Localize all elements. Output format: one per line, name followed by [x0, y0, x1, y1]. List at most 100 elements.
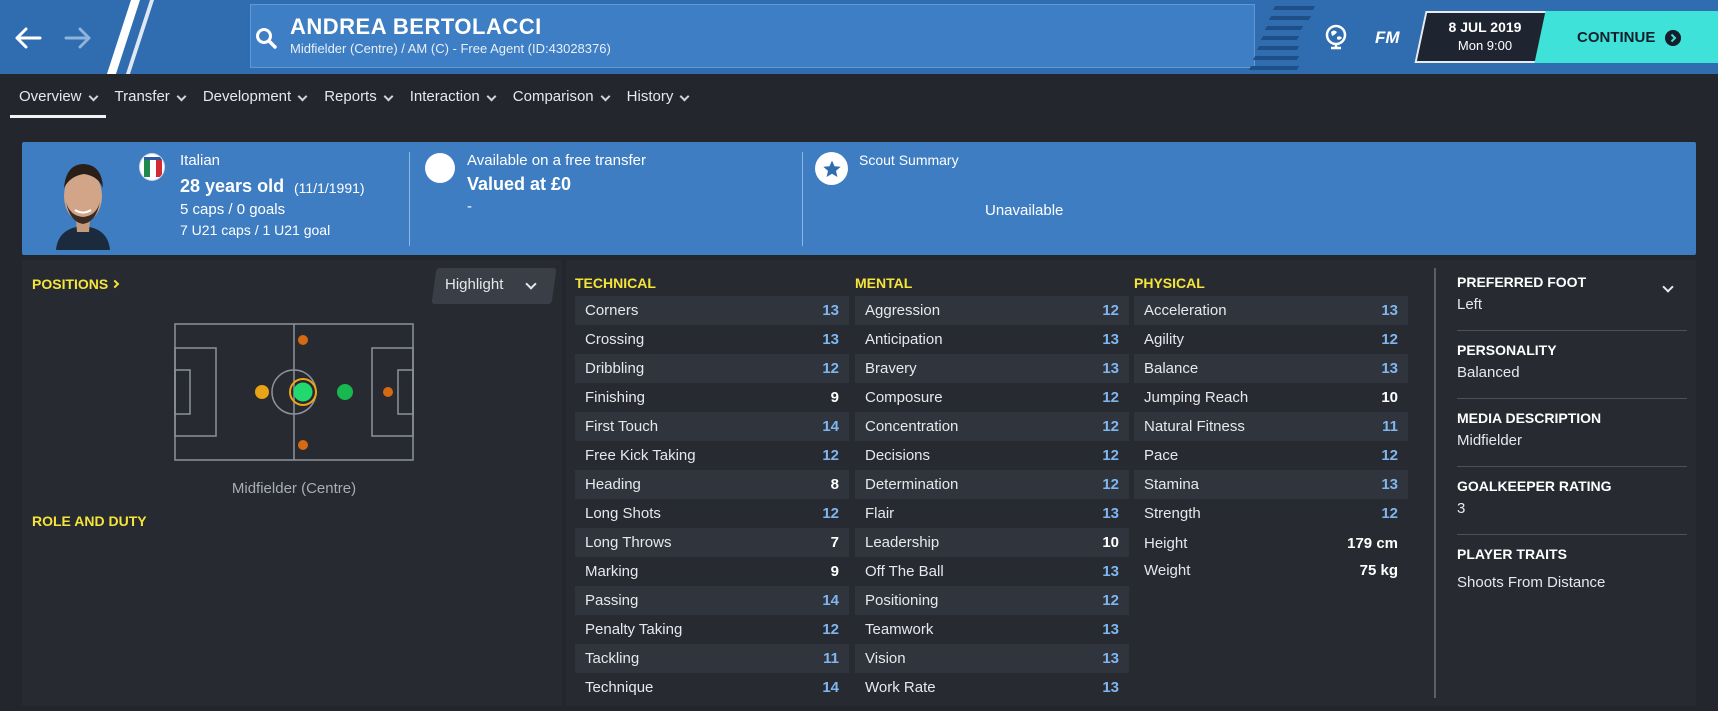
position-pitch-diagram [174, 323, 414, 461]
attribute-row[interactable]: Pace 12 [1134, 441, 1408, 470]
attribute-row[interactable]: Crossing 13 [575, 325, 849, 354]
position-dot-mr [298, 440, 308, 450]
chevron-down-icon [297, 91, 308, 102]
chevron-down-icon [176, 91, 187, 102]
attribute-row[interactable]: Penalty Taking 12 [575, 615, 849, 644]
tab-history[interactable]: History [618, 84, 698, 118]
attribute-row[interactable]: Tackling 11 [575, 644, 849, 673]
player-age: 28 years old [180, 176, 285, 196]
attribute-row[interactable]: Jumping Reach 10 [1134, 383, 1408, 412]
attribute-row[interactable]: Vision 13 [855, 644, 1129, 673]
tab-development[interactable]: Development [194, 84, 315, 118]
position-dot-dm [255, 385, 269, 399]
attribute-row[interactable]: Technique 14 [575, 673, 849, 702]
attribute-row[interactable]: Off The Ball 13 [855, 557, 1129, 586]
attribute-row[interactable]: Teamwork 13 [855, 615, 1129, 644]
attribute-row[interactable]: Leadership 10 [855, 528, 1129, 557]
current-date: 8 JUL 2019 [1448, 19, 1522, 35]
attribute-row[interactable]: Passing 14 [575, 586, 849, 615]
attribute-row[interactable]: Decisions 12 [855, 441, 1129, 470]
attribute-row[interactable]: Acceleration 13 [1134, 296, 1408, 325]
attribute-row[interactable]: Long Shots 12 [575, 499, 849, 528]
attribute-row[interactable]: Determination 12 [855, 470, 1129, 499]
player-photo [56, 164, 110, 250]
tab-label: Reports [324, 88, 377, 105]
tab-overview[interactable]: Overview [10, 84, 106, 118]
continue-arrow-icon[interactable] [1665, 30, 1681, 46]
tab-label: Development [202, 88, 292, 105]
tab-label: Comparison [512, 88, 594, 105]
info-personality: PERSONALITY Balanced [1457, 342, 1557, 381]
back-button[interactable] [10, 20, 46, 56]
attribute-row[interactable]: Stamina 13 [1134, 470, 1408, 499]
attribute-row[interactable]: Concentration 12 [855, 412, 1129, 441]
scout-summary-value: Unavailable [985, 202, 1064, 219]
player-subtitle: Midfielder (Centre) / AM (C) - Free Agen… [290, 41, 611, 56]
tab-reports[interactable]: Reports [315, 84, 401, 118]
tab-transfer[interactable]: Transfer [106, 84, 194, 118]
fm-logo[interactable]: FM [1375, 28, 1400, 48]
attribute-row[interactable]: Strength 12 [1134, 499, 1408, 528]
attribute-row[interactable]: Positioning 12 [855, 586, 1129, 615]
chevron-down-icon [486, 91, 497, 102]
attribute-row[interactable]: Work Rate 13 [855, 673, 1129, 702]
attribute-row[interactable]: Balance 13 [1134, 354, 1408, 383]
positions-title[interactable]: POSITIONS [32, 276, 120, 292]
continue-label[interactable]: CONTINUE [1577, 29, 1655, 46]
attribute-row[interactable]: Bravery 13 [855, 354, 1129, 383]
club-badge-placeholder [425, 153, 455, 183]
scout-summary-title: Scout Summary [859, 152, 959, 168]
forward-arrow-icon [64, 27, 91, 49]
forward-button[interactable] [60, 20, 96, 56]
attribute-row[interactable]: Free Kick Taking 12 [575, 441, 849, 470]
attribute-row[interactable]: Finishing 9 [575, 383, 849, 412]
tab-label: Transfer [114, 88, 170, 105]
info-divider [1434, 268, 1436, 698]
chevron-right-icon [110, 279, 120, 289]
highlight-dropdown-label[interactable]: Highlight [445, 276, 503, 293]
technical-attributes: Corners 13 Crossing 13 Dribbling 12 Finishi… [575, 296, 849, 702]
banner-divider [802, 152, 803, 246]
tab-label: History [626, 88, 674, 105]
physical-attributes: Acceleration 13 Agility 12 Balance 13 Jumpi… [1134, 296, 1408, 528]
back-arrow-icon [15, 27, 42, 49]
chevron-down-icon [383, 91, 394, 102]
info-player-traits: PLAYER TRAITS Shoots From Distance [1457, 546, 1606, 591]
nationality: Italian [180, 152, 221, 169]
attribute-row[interactable]: Anticipation 13 [855, 325, 1129, 354]
height-row: Height 179 cm [1144, 535, 1398, 552]
attribute-row[interactable]: Dribbling 12 [575, 354, 849, 383]
info-media-description: MEDIA DESCRIPTION Midfielder [1457, 410, 1602, 449]
info-separator [1457, 466, 1687, 467]
attribute-row[interactable]: First Touch 14 [575, 412, 849, 441]
position-label: Midfielder (Centre) [231, 480, 357, 497]
role-and-duty-title: ROLE AND DUTY [32, 513, 147, 529]
tab-label: Interaction [409, 88, 480, 105]
attribute-row[interactable]: Flair 13 [855, 499, 1129, 528]
attribute-row[interactable]: Aggression 12 [855, 296, 1129, 325]
attribute-row[interactable]: Long Throws 7 [575, 528, 849, 557]
position-dot-mc [293, 382, 313, 402]
technical-title: TECHNICAL [575, 275, 656, 291]
info-separator [1457, 534, 1687, 535]
attribute-row[interactable]: Composure 12 [855, 383, 1129, 412]
attribute-row[interactable]: Heading 8 [575, 470, 849, 499]
weight-row: Weight 75 kg [1144, 562, 1398, 579]
transfer-status: Available on a free transfer [467, 152, 646, 169]
attribute-row[interactable]: Natural Fitness 11 [1134, 412, 1408, 441]
chevron-down-icon [679, 91, 690, 102]
physical-title: PHYSICAL [1134, 275, 1205, 291]
tab-comparison[interactable]: Comparison [504, 84, 618, 118]
mental-attributes: Aggression 12 Anticipation 13 Bravery 13 Co… [855, 296, 1129, 702]
attribute-row[interactable]: Marking 9 [575, 557, 849, 586]
search-icon[interactable] [254, 26, 278, 50]
globe-icon[interactable] [1322, 23, 1350, 51]
date-of-birth: (11/1/1991) [294, 180, 365, 196]
scout-star-icon [815, 152, 848, 185]
u21-caps: 7 U21 caps / 1 U21 goal [180, 222, 331, 238]
info-preferred-foot[interactable]: PREFERRED FOOT Left [1457, 274, 1687, 313]
attribute-row[interactable]: Agility 12 [1134, 325, 1408, 354]
attribute-row[interactable]: Corners 13 [575, 296, 849, 325]
tab-interaction[interactable]: Interaction [401, 84, 504, 118]
position-dot-st [383, 387, 393, 397]
